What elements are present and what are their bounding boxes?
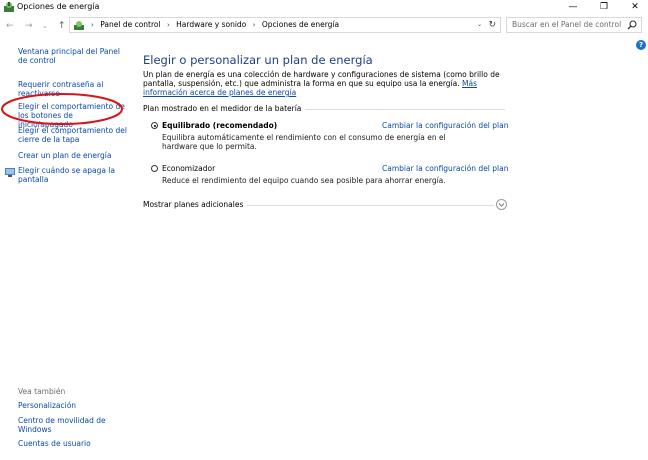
breadcrumb: › Panel de control › Hardware y sonido ›… <box>87 18 339 32</box>
more-plans-divider <box>232 205 494 206</box>
plan-name-power-saver[interactable]: Economizador <box>162 164 215 173</box>
up-arrow-icon[interactable]: ↑ <box>58 20 66 32</box>
control-panel-icon <box>74 21 84 30</box>
page-title: Elegir o personalizar un plan de energía <box>143 53 373 67</box>
sidebar-item-create-plan[interactable]: Crear un plan de energía <box>18 151 130 160</box>
breadcrumb-hardware-y-sonido[interactable]: Hardware y sonido <box>176 20 246 29</box>
forward-arrow-icon[interactable]: → <box>25 20 33 32</box>
expand-chevron-icon[interactable] <box>496 199 507 210</box>
sidebar-item-display-off[interactable]: Elegir cuándo se apaga la pantalla <box>18 166 130 184</box>
plan-group-label: Plan mostrado en el medidor de la baterí… <box>143 104 306 114</box>
breadcrumb-opciones-de-energia[interactable]: Opciones de energía <box>262 20 339 29</box>
refresh-icon[interactable]: ↻ <box>488 18 496 32</box>
window-title: Opciones de energía <box>17 2 100 11</box>
plan-description-power-saver: Reduce el rendimiento del equipo cuando … <box>162 176 446 185</box>
maximize-button[interactable]: ❐ <box>589 0 619 14</box>
address-bar[interactable]: › Panel de control › Hardware y sonido ›… <box>69 17 501 33</box>
minimize-button[interactable]: — <box>558 0 588 14</box>
display-shield-icon <box>5 168 15 177</box>
help-icon[interactable]: ? <box>636 40 646 50</box>
plan-description-balanced: Equilibra automáticamente el rendimiento… <box>162 133 446 151</box>
address-dropdown-chevron-icon[interactable]: ⌄ <box>477 18 482 32</box>
plan-name-balanced[interactable]: Equilibrado (recomendado) <box>162 121 277 130</box>
back-arrow-icon[interactable]: ← <box>6 20 14 32</box>
plan-radio-power-saver[interactable] <box>151 165 158 172</box>
sidebar-item-power-buttons[interactable]: Elegir el comportamiento de los botones … <box>18 102 130 129</box>
show-additional-plans-label[interactable]: Mostrar planes adicionales <box>143 200 248 210</box>
see-also-user-accounts-link[interactable]: Cuentas de usuario <box>18 439 128 448</box>
breadcrumb-separator: › <box>166 21 170 29</box>
breadcrumb-separator: › <box>91 21 94 29</box>
intro-text: Un plan de energía es una colección de h… <box>143 70 509 97</box>
recent-locations-chevron-icon[interactable]: ⌄ <box>42 20 48 32</box>
see-also-mobility-center-link[interactable]: Centro de movilidad de Windows <box>18 416 128 434</box>
search-placeholder: Buscar en el Panel de control <box>512 20 622 29</box>
sidebar-item-lid-close[interactable]: Elegir el comportamiento del cierre de l… <box>18 126 130 144</box>
sidebar-item-require-password[interactable]: Requerir contraseña al reactivarse <box>18 80 130 98</box>
see-also-personalization-link[interactable]: Personalización <box>18 401 128 410</box>
see-also-title: Vea también <box>18 387 66 396</box>
change-plan-settings-link-balanced[interactable]: Cambiar la configuración del plan <box>382 121 508 130</box>
close-button[interactable]: ✕ <box>620 0 648 14</box>
power-options-icon <box>4 2 14 12</box>
plan-radio-balanced[interactable] <box>151 122 158 129</box>
sidebar-item-control-panel-home[interactable]: Ventana principal del Panel de control <box>18 47 130 65</box>
change-plan-settings-link-power-saver[interactable]: Cambiar la configuración del plan <box>382 164 508 173</box>
breadcrumb-panel-de-control[interactable]: Panel de control <box>100 20 160 29</box>
search-input[interactable]: Buscar en el Panel de control <box>506 17 642 33</box>
title-bar: Opciones de energía — ❐ ✕ <box>0 0 648 14</box>
intro-body: Un plan de energía es una colección de h… <box>143 70 500 88</box>
breadcrumb-separator: › <box>252 21 256 29</box>
search-icon[interactable] <box>627 20 637 30</box>
